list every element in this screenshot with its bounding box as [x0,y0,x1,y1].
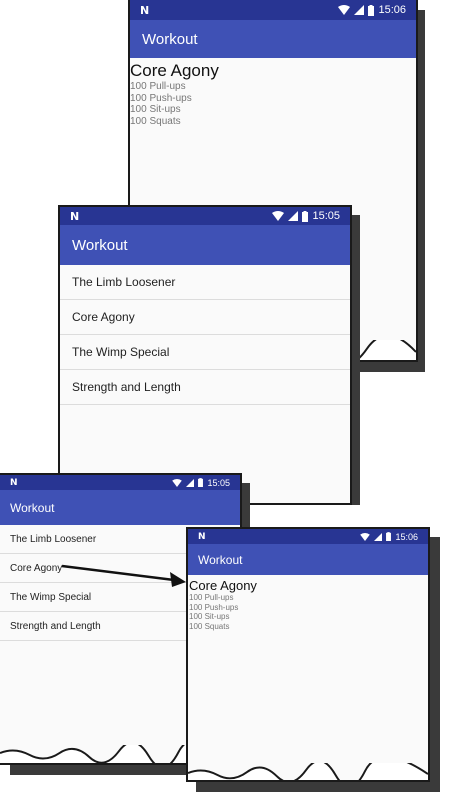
status-time: 15:05 [312,210,340,222]
battery-icon [198,478,204,487]
status-time: 15:06 [378,4,406,16]
list-item-label: Strength and Length [10,620,101,632]
exercise-line: 100 Sit-ups [130,104,181,115]
list-item[interactable]: Core Agony [60,300,350,335]
workout-title: Core Agony [189,578,257,593]
exercise-line: 100 Squats [189,621,230,631]
wifi-icon [172,478,183,487]
signal-icon [374,532,383,541]
battery-icon [368,4,375,16]
signal-icon [288,211,299,221]
phone-bottom-detail: N 15:06 Workout Core Agony 100 Pull-ups … [186,527,430,782]
exercise-line: 100 Sit-ups [189,612,230,621]
wifi-icon [338,5,351,15]
status-time: 15:06 [395,531,418,542]
list-item[interactable]: The Wimp Special [60,335,350,370]
workout-title: Core Agony [130,61,219,80]
signal-icon [354,5,365,15]
app-bar: Workout [0,490,240,525]
list-item-label: Strength and Length [72,380,181,394]
arrow-icon [61,564,186,587]
exercise-line: 100 Push-ups [189,602,239,612]
exercise-line: 100 Pull-ups [189,593,234,602]
list-item-label: Core Agony [72,310,135,324]
list-item-label: Core Agony [10,562,63,574]
exercise-line: 100 Pull-ups [130,81,186,92]
exercise-line: 100 Push-ups [130,92,192,104]
app-title: Workout [72,236,128,254]
wifi-icon [360,532,371,541]
battery-icon [302,210,309,222]
app-bar: Workout [188,544,428,575]
app-title: Workout [142,30,198,48]
app-bar: Workout [130,20,416,58]
list-item-label: The Limb Loosener [10,533,97,545]
status-time: 15:05 [207,477,230,488]
wifi-icon [272,211,285,221]
torn-edge [188,763,428,780]
status-bar: N 15:05 [60,207,350,225]
notification-n-icon: N [198,531,206,542]
status-bar: N 15:05 [0,475,240,490]
app-title: Workout [198,552,243,567]
phone-middle-list: N 15:05 Workout The Limb Loosener Core A… [58,205,352,505]
app-bar: Workout [60,225,350,265]
list-item[interactable]: The Limb Loosener [60,265,350,300]
list-item[interactable]: Strength and Length [60,370,350,405]
status-bar: N 15:06 [130,0,416,20]
list-item-label: The Wimp Special [10,591,92,603]
notification-n-icon: N [140,3,150,17]
notification-n-icon: N [10,477,18,488]
signal-icon [186,478,195,487]
list-item-label: The Wimp Special [72,345,170,359]
status-bar: N 15:06 [188,529,428,544]
list-item-label: The Limb Loosener [72,275,176,289]
battery-icon [386,532,392,541]
app-title: Workout [10,500,55,515]
notification-n-icon: N [70,209,80,223]
exercise-line: 100 Squats [130,115,181,127]
